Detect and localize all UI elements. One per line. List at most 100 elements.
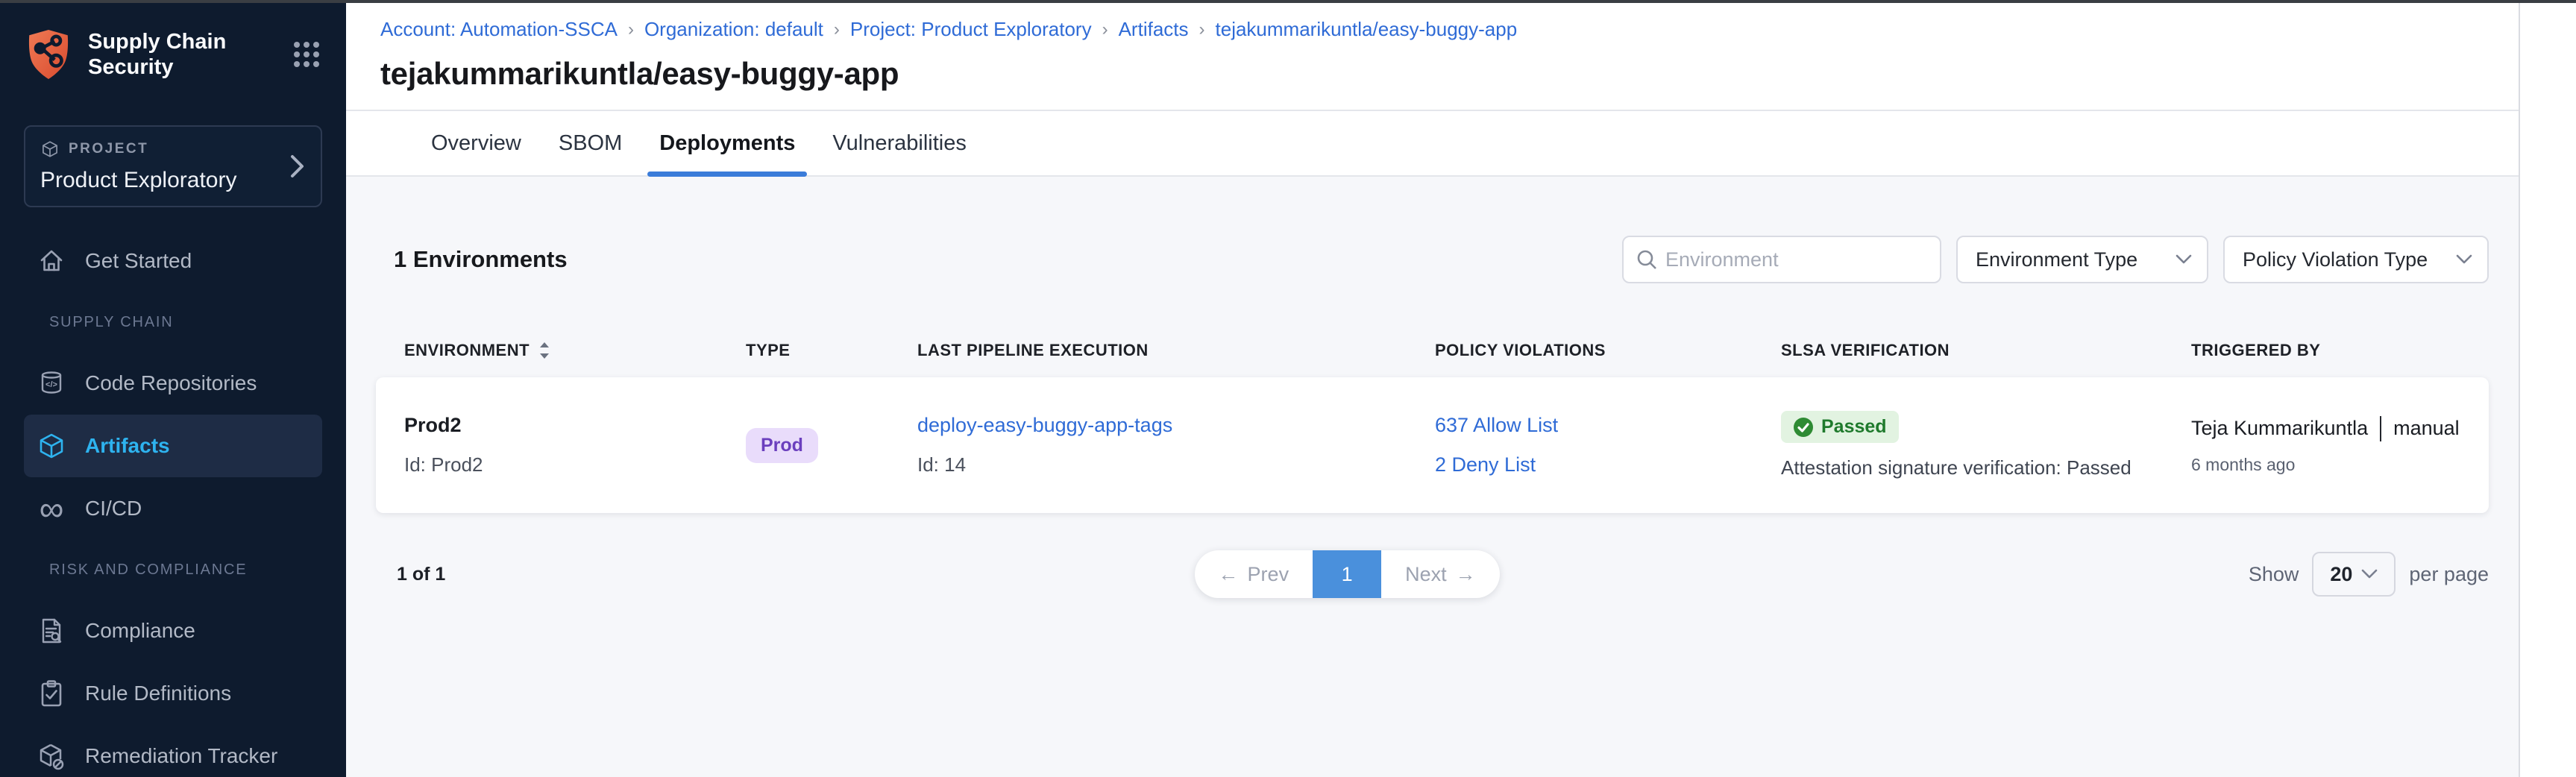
- sidebar-item-label: Rule Definitions: [85, 682, 231, 705]
- tab-overview[interactable]: Overview: [430, 111, 523, 175]
- column-header-last-pipeline-execution: LAST PIPELINE EXECUTION: [917, 340, 1435, 361]
- breadcrumb-link-account-automation-ssca[interactable]: Account: Automation-SSCA: [380, 18, 618, 41]
- toolbar: 1 Environments Environment Type Policy Vi…: [376, 236, 2489, 283]
- pager: ← Prev 1 Next →: [1195, 550, 1500, 598]
- project-cube-icon: [40, 139, 60, 159]
- shield-logo-icon: [24, 28, 73, 81]
- filter-dropdown-policy-violation-type[interactable]: Policy Violation Type: [2223, 236, 2489, 283]
- app-grid-icon[interactable]: [291, 39, 322, 70]
- breadcrumb: Account: Automation-SSCA › Organization: d…: [346, 3, 2519, 41]
- remediation-icon: [36, 740, 67, 772]
- column-header-triggered-by: TRIGGERED BY: [2191, 340, 2460, 361]
- tab-sbom[interactable]: SBOM: [557, 111, 623, 175]
- brand: Supply Chain Security: [0, 3, 346, 81]
- content-area: 1 Environments Environment Type Policy Vi…: [346, 177, 2519, 777]
- column-header-environment[interactable]: ENVIRONMENT: [404, 340, 746, 361]
- column-label: TYPE: [746, 341, 790, 360]
- sidebar-item-label: CI/CD: [85, 497, 142, 520]
- environment-id: Id: Prod2: [404, 453, 746, 476]
- sidebar-item-compliance[interactable]: Compliance: [0, 600, 346, 662]
- sort-icon[interactable]: [537, 340, 552, 361]
- tab-bar: Overview SBOM Deployments Vulnerabilities: [346, 111, 2519, 177]
- sidebar-section-risk-and-compliance: RISK AND COMPLIANCE: [0, 540, 346, 600]
- project-label: PROJECT: [69, 141, 148, 157]
- cube-icon: [36, 430, 67, 462]
- environments-count-heading: 1 Environments: [394, 246, 568, 273]
- sidebar-item-label: Remediation Tracker: [85, 744, 277, 768]
- sidebar-item-artifacts[interactable]: Artifacts: [24, 415, 322, 477]
- svg-text:</>: </>: [45, 380, 57, 389]
- filter-label: Policy Violation Type: [2243, 248, 2428, 271]
- breadcrumb-separator-icon: ›: [834, 19, 840, 40]
- breadcrumb-link-organization-default[interactable]: Organization: default: [644, 18, 823, 41]
- project-name: Product Exploratory: [40, 168, 306, 193]
- per-page-control: Show 20 per page: [2249, 552, 2489, 597]
- sidebar-nav: Get StartedSUPPLY CHAIN</>Code Repositor…: [0, 230, 346, 777]
- breadcrumb-link-tejakummarikuntla-easy-buggy-app[interactable]: tejakummarikuntla/easy-buggy-app: [1216, 18, 1518, 41]
- filter-label: Environment Type: [1976, 248, 2137, 271]
- sidebar-item-get-started[interactable]: Get Started: [0, 230, 346, 292]
- filter-dropdown-environment-type[interactable]: Environment Type: [1956, 236, 2208, 283]
- breadcrumb-separator-icon: ›: [1102, 19, 1108, 40]
- triggered-by-cell: Teja Kummarikuntla manual 6 months ago: [2191, 416, 2460, 475]
- sidebar-item-ci-cd[interactable]: ∞ CI/CD: [0, 477, 346, 540]
- breadcrumb-link-artifacts[interactable]: Artifacts: [1119, 18, 1189, 41]
- policy-violations-cell: 637 Allow List 2 Deny List: [1435, 414, 1781, 476]
- pipeline-cell: deploy-easy-buggy-app-tags Id: 14: [917, 414, 1435, 476]
- pagination: 1 of 1 ← Prev 1 Next → Show 20: [376, 550, 2489, 598]
- breadcrumb-separator-icon: ›: [1199, 19, 1205, 40]
- separator: [2380, 416, 2381, 441]
- attestation-detail: Attestation signature verification: Pass…: [1781, 456, 2191, 479]
- sidebar-item-label: Artifacts: [85, 434, 170, 458]
- trigger-timestamp: 6 months ago: [2191, 455, 2460, 475]
- table-header: ENVIRONMENT TYPE LAST PIPELINE EXECUTION PO…: [376, 340, 2489, 361]
- prev-page-button[interactable]: ← Prev: [1195, 550, 1313, 598]
- column-label: POLICY VIOLATIONS: [1435, 341, 1606, 360]
- sidebar: Supply Chain Security PROJECT Product Ex…: [0, 3, 346, 777]
- sidebar-item-label: Get Started: [85, 249, 192, 273]
- column-header-type: TYPE: [746, 340, 917, 361]
- column-label: TRIGGERED BY: [2191, 341, 2320, 360]
- allow-list-link[interactable]: 637 Allow List: [1435, 414, 1781, 437]
- column-label: LAST PIPELINE EXECUTION: [917, 341, 1149, 360]
- slsa-cell: Passed Attestation signature verificatio…: [1781, 411, 2191, 479]
- arrow-left-icon: ←: [1219, 563, 1239, 586]
- main-area: Account: Automation-SSCA › Organization: d…: [346, 3, 2519, 777]
- tab-vulnerabilities[interactable]: Vulnerabilities: [831, 111, 967, 175]
- breadcrumb-link-project-product-exploratory[interactable]: Project: Product Exploratory: [850, 18, 1092, 41]
- sidebar-item-code-repositories[interactable]: </>Code Repositories: [0, 352, 346, 415]
- chevron-right-icon: [289, 154, 306, 179]
- show-label: Show: [2249, 563, 2299, 586]
- tab-deployments[interactable]: Deployments: [658, 111, 797, 175]
- slsa-status-badge: Passed: [1781, 411, 1899, 443]
- toolbar-filters: Environment Type Policy Violation Type: [1622, 236, 2489, 283]
- rules-icon: [36, 678, 67, 709]
- environment-search-input[interactable]: [1665, 248, 1929, 271]
- trigger-mode: manual: [2393, 417, 2460, 440]
- page-size-select[interactable]: 20: [2312, 552, 2396, 597]
- deny-list-link[interactable]: 2 Deny List: [1435, 453, 1781, 476]
- column-label: SLSA VERIFICATION: [1781, 341, 1950, 360]
- page-title: tejakummarikuntla/easy-buggy-app: [346, 41, 2519, 92]
- column-header-slsa-verification: SLSA VERIFICATION: [1781, 340, 2191, 361]
- table-row[interactable]: Prod2 Id: Prod2 Prod deploy-easy-buggy-a…: [376, 377, 2489, 513]
- search-icon: [1636, 248, 1658, 271]
- pipeline-link[interactable]: deploy-easy-buggy-app-tags: [917, 414, 1435, 437]
- pipeline-id: Id: 14: [917, 453, 1435, 476]
- environment-search[interactable]: [1622, 236, 1941, 283]
- infinity-icon: ∞: [36, 493, 67, 524]
- chevron-down-icon: [2361, 569, 2378, 579]
- home-icon: [36, 245, 67, 277]
- brand-name: Supply Chain Security: [88, 29, 226, 80]
- page-number-button[interactable]: 1: [1313, 550, 1381, 598]
- right-gutter: [2519, 3, 2576, 777]
- breadcrumb-separator-icon: ›: [628, 19, 634, 40]
- filter-dropdowns: Environment Type Policy Violation Type: [1956, 236, 2489, 283]
- compliance-icon: [36, 615, 67, 647]
- column-label: ENVIRONMENT: [404, 341, 530, 360]
- project-selector[interactable]: PROJECT Product Exploratory: [24, 125, 322, 207]
- sidebar-item-remediation-tracker[interactable]: Remediation Tracker: [0, 725, 346, 777]
- column-header-policy-violations: POLICY VIOLATIONS: [1435, 340, 1781, 361]
- sidebar-item-rule-definitions[interactable]: Rule Definitions: [0, 662, 346, 725]
- next-page-button[interactable]: Next →: [1381, 550, 1500, 598]
